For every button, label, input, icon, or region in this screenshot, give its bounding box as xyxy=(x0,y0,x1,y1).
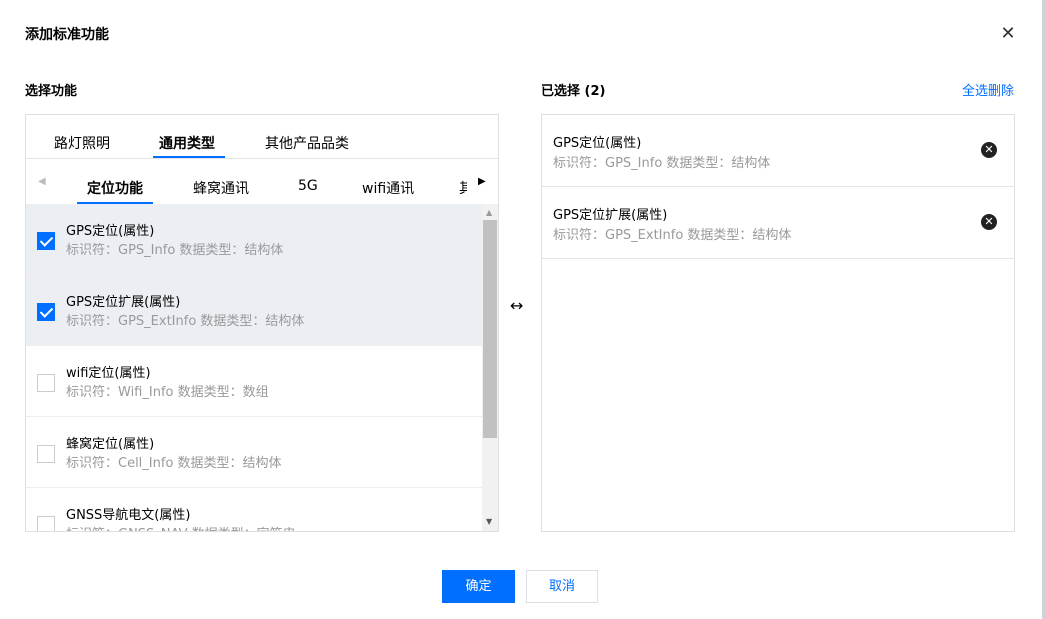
item-name: GNSS导航电文(属性) xyxy=(66,508,191,523)
item-checkbox[interactable] xyxy=(37,516,55,531)
list-item[interactable]: GNSS导航电文(属性) 标识符：GNSS_NAV 数据类型：字符串 xyxy=(26,488,482,531)
function-list: GPS定位(属性) 标识符：GPS_Info 数据类型：结构体 GPS定位扩展(… xyxy=(26,204,482,531)
selected-item-name: GPS定位扩展(属性) xyxy=(553,208,668,223)
item-name: GPS定位扩展(属性) xyxy=(66,295,181,310)
subtab-positioning[interactable]: 定位功能 xyxy=(77,178,153,204)
selected-item-meta: 标识符：GPS_ExtInfo 数据类型：结构体 xyxy=(553,228,792,243)
subtab-cellular[interactable]: 蜂窝通讯 xyxy=(193,178,249,198)
scroll-down-arrow-icon[interactable]: ▼ xyxy=(486,517,492,526)
item-name: 蜂窝定位(属性) xyxy=(66,437,155,452)
subtab-prev-arrow-icon[interactable]: ◀ xyxy=(38,176,46,187)
add-standard-function-dialog: 添加标准功能 ✕ 选择功能 已选择 (2) 全选删除 路灯照明 通用类型 其他产… xyxy=(0,0,1046,619)
transfer-arrows-icon: ↔ xyxy=(510,296,524,315)
item-name: GPS定位(属性) xyxy=(66,224,155,239)
item-meta: 标识符：GPS_ExtInfo 数据类型：结构体 xyxy=(66,314,305,329)
subcategory-tabs: ◀ 定位功能 蜂窝通讯 5G wifi通讯 其 ▶ xyxy=(26,160,498,204)
category-tabs: 路灯照明 通用类型 其他产品品类 xyxy=(26,115,498,159)
selected-functions-panel: GPS定位(属性) 标识符：GPS_Info 数据类型：结构体 ✕ GPS定位扩… xyxy=(541,114,1015,532)
item-checkbox[interactable] xyxy=(37,374,55,392)
confirm-button[interactable]: 确定 xyxy=(442,570,515,603)
item-meta: 标识符：GNSS_NAV 数据类型：字符串 xyxy=(66,523,296,531)
list-item[interactable]: GPS定位扩展(属性) 标识符：GPS_ExtInfo 数据类型：结构体 xyxy=(26,275,482,346)
subtab-wifi[interactable]: wifi通讯 xyxy=(362,178,414,198)
cancel-button[interactable]: 取消 xyxy=(526,570,598,603)
item-meta: 标识符：GPS_Info 数据类型：结构体 xyxy=(66,243,284,258)
list-item[interactable]: wifi定位(属性) 标识符：Wifi_Info 数据类型：数组 xyxy=(26,346,482,417)
item-meta: 标识符：Cell_Info 数据类型：结构体 xyxy=(66,456,282,471)
subtab-other-clipped[interactable]: 其 xyxy=(459,178,467,198)
selected-item-meta: 标识符：GPS_Info 数据类型：结构体 xyxy=(553,156,771,171)
remove-icon[interactable]: ✕ xyxy=(981,214,997,230)
scroll-up-arrow-icon[interactable]: ▲ xyxy=(486,208,492,217)
dialog-title: 添加标准功能 xyxy=(25,27,109,43)
remove-icon[interactable]: ✕ xyxy=(981,142,997,158)
item-checkbox[interactable] xyxy=(37,445,55,463)
selected-item: GPS定位扩展(属性) 标识符：GPS_ExtInfo 数据类型：结构体 ✕ xyxy=(542,187,1014,259)
selected-item: GPS定位(属性) 标识符：GPS_Info 数据类型：结构体 ✕ xyxy=(542,115,1014,187)
scroll-thumb[interactable] xyxy=(483,220,497,438)
close-icon[interactable]: ✕ xyxy=(998,24,1018,44)
list-item[interactable]: GPS定位(属性) 标识符：GPS_Info 数据类型：结构体 xyxy=(26,204,482,275)
select-all-delete-link[interactable]: 全选删除 xyxy=(962,80,1014,99)
tab-other-products[interactable]: 其他产品品类 xyxy=(265,133,349,153)
window-edge xyxy=(1042,0,1046,619)
item-checkbox[interactable] xyxy=(37,303,55,321)
item-name: wifi定位(属性) xyxy=(66,366,151,381)
select-function-label: 选择功能 xyxy=(25,84,78,99)
selected-item-name: GPS定位(属性) xyxy=(553,136,642,151)
list-scrollbar[interactable]: ▲ ▼ xyxy=(482,204,498,531)
function-source-panel: 路灯照明 通用类型 其他产品品类 ◀ 定位功能 蜂窝通讯 5G wifi通讯 其… xyxy=(25,114,499,532)
selected-count-label: 已选择 (2) xyxy=(541,84,606,99)
tab-street-light[interactable]: 路灯照明 xyxy=(54,133,110,153)
list-item[interactable]: 蜂窝定位(属性) 标识符：Cell_Info 数据类型：结构体 xyxy=(26,417,482,488)
tab-general-type[interactable]: 通用类型 xyxy=(153,133,225,158)
item-checkbox[interactable] xyxy=(37,232,55,250)
item-meta: 标识符：Wifi_Info 数据类型：数组 xyxy=(66,385,269,400)
subtab-next-arrow-icon[interactable]: ▶ xyxy=(478,176,486,187)
subtab-5g[interactable]: 5G xyxy=(298,178,318,194)
